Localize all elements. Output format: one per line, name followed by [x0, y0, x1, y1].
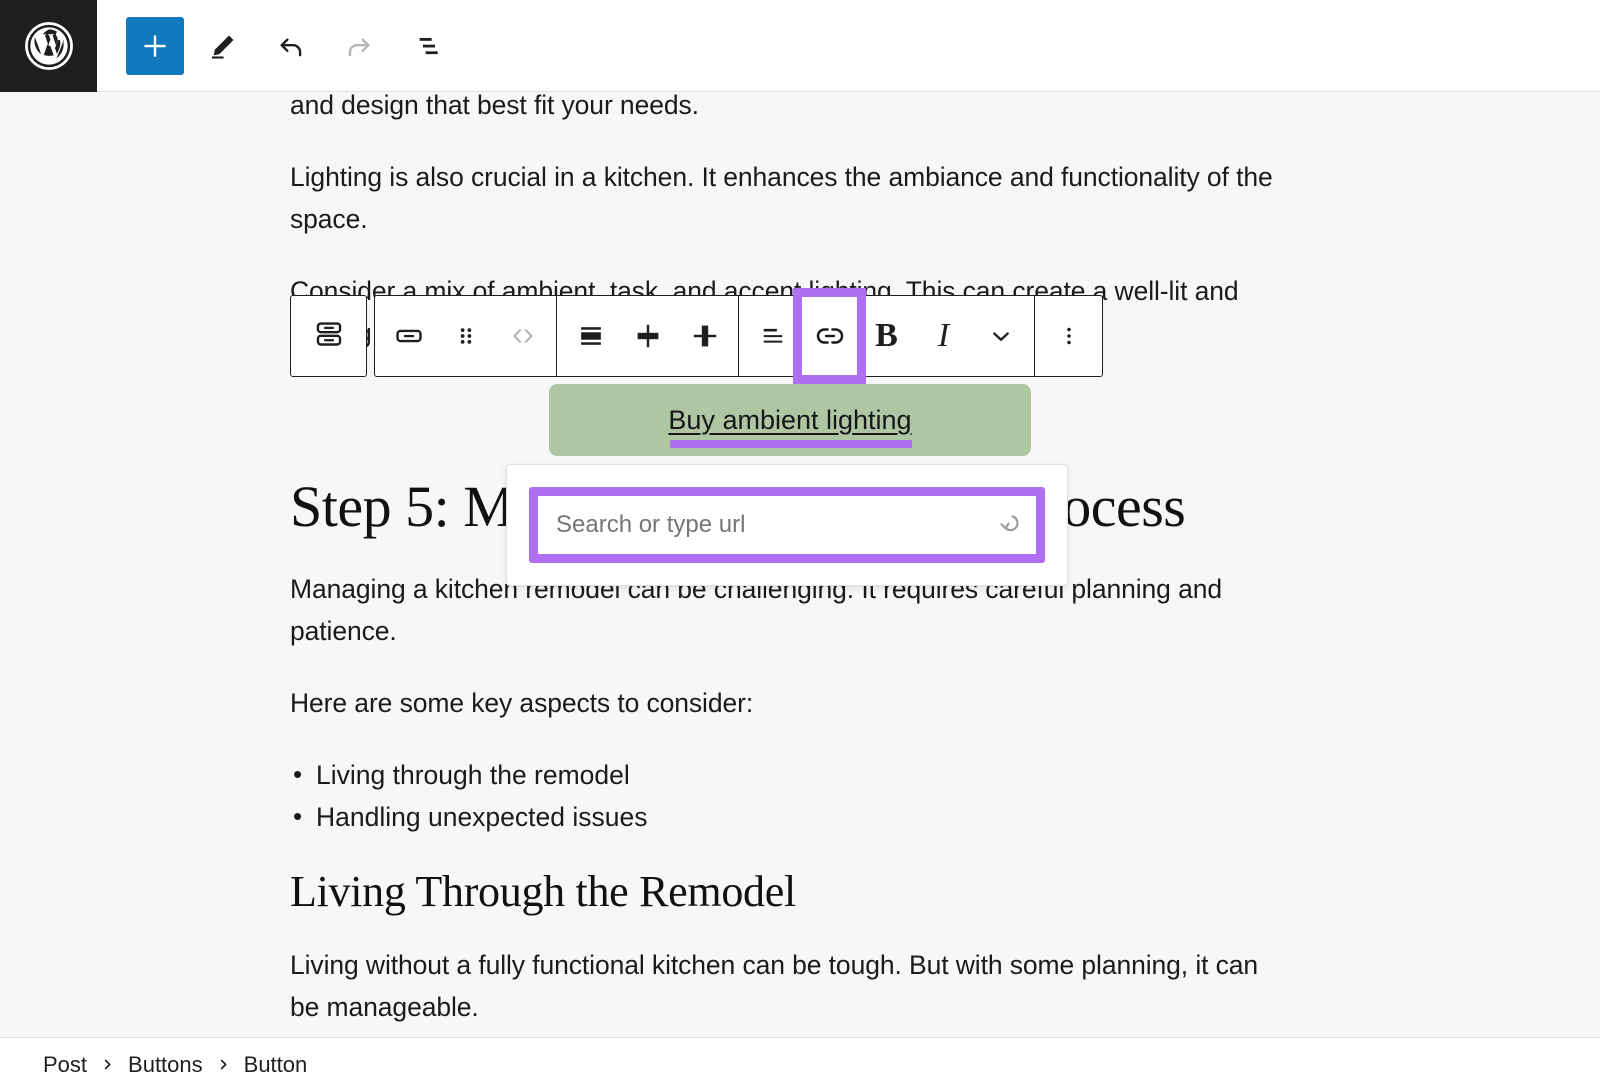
- breadcrumb-item-button[interactable]: Button: [244, 1052, 308, 1078]
- block-toolbar-main: B I: [374, 288, 1103, 384]
- block-toolbar: B I: [290, 288, 1103, 384]
- undo-icon: [275, 30, 307, 62]
- options-group: [1034, 296, 1102, 376]
- link-input-wrapper: [529, 487, 1045, 563]
- buttons-block: Buy ambient lighting: [290, 384, 1290, 456]
- bold-button[interactable]: B: [858, 296, 915, 376]
- wordpress-logo-icon: [23, 20, 75, 72]
- paragraph-block[interactable]: Living without a fully functional kitche…: [290, 944, 1285, 1028]
- list-view-button[interactable]: [398, 17, 456, 75]
- block-and-move-group: [375, 296, 556, 376]
- link-popover: [506, 464, 1068, 586]
- italic-icon: I: [937, 317, 950, 354]
- undo-button[interactable]: [262, 17, 320, 75]
- breadcrumb-item-post[interactable]: Post: [43, 1052, 87, 1078]
- italic-button[interactable]: I: [915, 296, 972, 376]
- list-item[interactable]: Living through the remodel: [290, 753, 1290, 796]
- paragraph-block[interactable]: Here are some key aspects to consider:: [290, 682, 1285, 724]
- link-icon: [813, 319, 847, 353]
- enter-arrow-icon: [988, 507, 1022, 544]
- redo-button[interactable]: [330, 17, 388, 75]
- breadcrumb-item-buttons[interactable]: Buttons: [128, 1052, 203, 1078]
- select-parent-buttons-block[interactable]: [290, 295, 367, 377]
- drag-dots-icon: [451, 321, 481, 351]
- chevron-down-icon: [986, 321, 1016, 351]
- chevron-right-icon: [100, 1057, 115, 1072]
- more-formats-button[interactable]: [972, 296, 1029, 376]
- buttons-block-icon: [312, 317, 346, 356]
- align-left-icon: [758, 321, 788, 351]
- block-type-button[interactable]: [380, 296, 437, 376]
- editor-canvas: and design that best fit your needs. Lig…: [0, 92, 1600, 1037]
- move-arrows-button[interactable]: [494, 296, 551, 376]
- paragraph-block[interactable]: Lighting is also crucial in a kitchen. I…: [290, 156, 1285, 240]
- button-block-label: Buy ambient lighting: [668, 404, 912, 448]
- bold-icon: B: [875, 317, 898, 354]
- drag-handle[interactable]: [437, 296, 494, 376]
- link-submit-button[interactable]: [982, 502, 1028, 548]
- button-block-icon: [393, 320, 425, 352]
- link-button[interactable]: [793, 288, 866, 384]
- button-block[interactable]: Buy ambient lighting: [549, 384, 1031, 456]
- format-group: B I: [738, 288, 1034, 384]
- link-url-input[interactable]: [556, 511, 982, 539]
- wordpress-logo-button[interactable]: [0, 0, 97, 92]
- align-center-h-icon: [632, 320, 664, 352]
- chevron-right-icon: [216, 1057, 231, 1072]
- list-view-icon: [411, 30, 443, 62]
- list-item[interactable]: Handling unexpected issues: [290, 795, 1290, 838]
- heading-block-living[interactable]: Living Through the Remodel: [290, 866, 1290, 918]
- header-toolbar: [97, 16, 456, 75]
- vertical-dots-icon: [1055, 322, 1083, 350]
- pencil-icon: [208, 31, 238, 61]
- editor-header: [0, 0, 1600, 92]
- edit-tool-button[interactable]: [194, 17, 252, 75]
- width-group: [556, 296, 738, 376]
- fit-width-button[interactable]: [619, 296, 676, 376]
- redo-icon: [343, 30, 375, 62]
- fill-width-button[interactable]: [562, 296, 619, 376]
- align-center-v-icon: [689, 320, 721, 352]
- list-block[interactable]: Living through the remodel Handling unex…: [290, 753, 1290, 838]
- plus-icon: [140, 31, 170, 61]
- fixed-width-button[interactable]: [676, 296, 733, 376]
- breadcrumb: Post Buttons Button: [0, 1037, 1600, 1091]
- block-options-button[interactable]: [1040, 296, 1097, 376]
- align-fill-icon: [575, 320, 607, 352]
- paragraph-block[interactable]: and design that best fit your needs.: [290, 92, 1285, 126]
- move-chevrons-icon: [507, 320, 539, 352]
- align-text-button[interactable]: [744, 296, 801, 376]
- add-block-button[interactable]: [126, 16, 184, 75]
